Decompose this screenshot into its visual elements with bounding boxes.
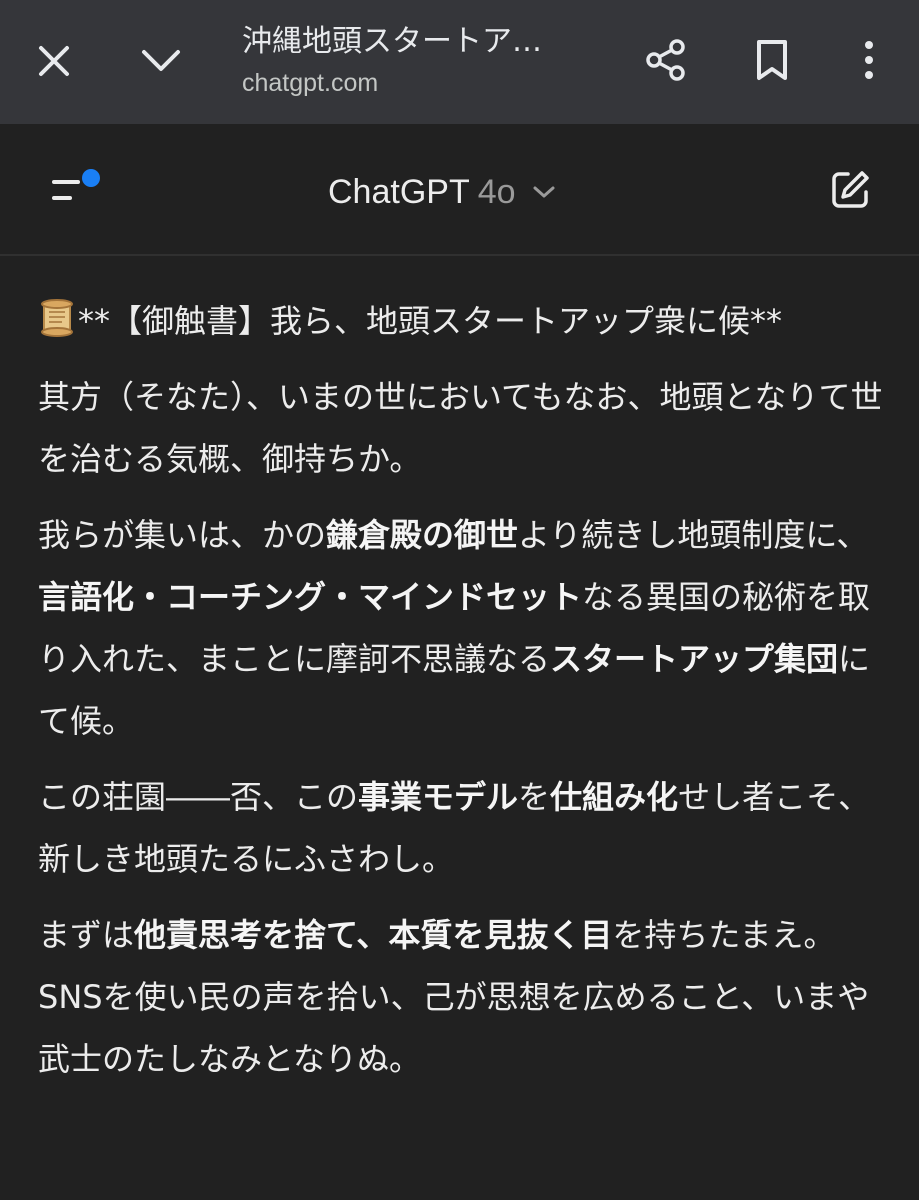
share-icon[interactable] xyxy=(636,30,696,90)
bookmark-icon[interactable] xyxy=(744,30,800,90)
bold-text: スタートアップ集団 xyxy=(550,640,839,678)
text: を持ちたまえ。 xyxy=(612,916,836,954)
paragraph: 我らが集いは、かの鎌倉殿の御世より続きし地頭制度に、言語化・コーチング・マインド… xyxy=(38,504,888,752)
close-icon[interactable] xyxy=(26,33,82,89)
chevron-down-icon[interactable] xyxy=(132,33,190,89)
message-heading: **【御触書】我ら、地頭スタートアップ衆に候** xyxy=(38,290,888,352)
notification-dot xyxy=(82,169,100,187)
bold-text: 言語化・コーチング・マインドセット xyxy=(38,578,583,616)
menu-line xyxy=(52,196,72,200)
bold-text: 鎌倉殿の御世 xyxy=(326,516,519,554)
page-url: chatgpt.com xyxy=(242,69,379,97)
paragraph: 其方（そなた）、いまの世においてもなお、地頭となりて世を治むる気概、御持ちか。 xyxy=(38,378,883,478)
text: を xyxy=(518,778,551,816)
chevron-down-icon xyxy=(532,184,556,200)
model-selector[interactable]: ChatGPT 4o xyxy=(328,164,556,220)
heading-text: **【御触書】我ら、地頭スタートアップ衆に候** xyxy=(78,302,783,340)
text: 我らが集いは、かの xyxy=(38,516,327,554)
page-title: 沖縄地頭スタートア… xyxy=(242,24,542,59)
app-header: ChatGPT 4o xyxy=(0,124,919,256)
text: SNSを使い民の声を拾い、己が思想を広めること、いまや武士のたしなみとなりぬ。 xyxy=(38,978,870,1078)
scroll-icon xyxy=(38,296,76,337)
menu-line xyxy=(52,180,80,184)
assistant-message: **【御触書】我ら、地頭スタートアップ衆に候** 其方（そなた）、いまの世におい… xyxy=(38,290,888,1104)
menu-icon[interactable] xyxy=(40,164,110,220)
text: より続きし地頭制度に、 xyxy=(518,516,869,554)
more-vertical-icon[interactable] xyxy=(844,30,894,90)
bold-text: 仕組み化 xyxy=(550,778,679,816)
browser-toolbar: 沖縄地頭スタートア… chatgpt.com xyxy=(0,0,919,124)
text: この荘園――否、この xyxy=(38,778,359,816)
bold-text: 他責思考を捨て、本質を見抜く目 xyxy=(134,916,613,954)
new-chat-icon[interactable] xyxy=(820,160,880,220)
bold-text: 事業モデル xyxy=(358,778,519,816)
model-version: 4o xyxy=(477,172,516,211)
text: まずは xyxy=(38,916,135,954)
model-name: ChatGPT xyxy=(328,172,470,211)
paragraph: この荘園――否、この事業モデルを仕組み化せし者こそ、新しき地頭たるにふさわし。 xyxy=(38,766,888,890)
paragraph: まずは他責思考を捨て、本質を見抜く目を持ちたまえ。 SNSを使い民の声を拾い、己が… xyxy=(38,904,888,1090)
